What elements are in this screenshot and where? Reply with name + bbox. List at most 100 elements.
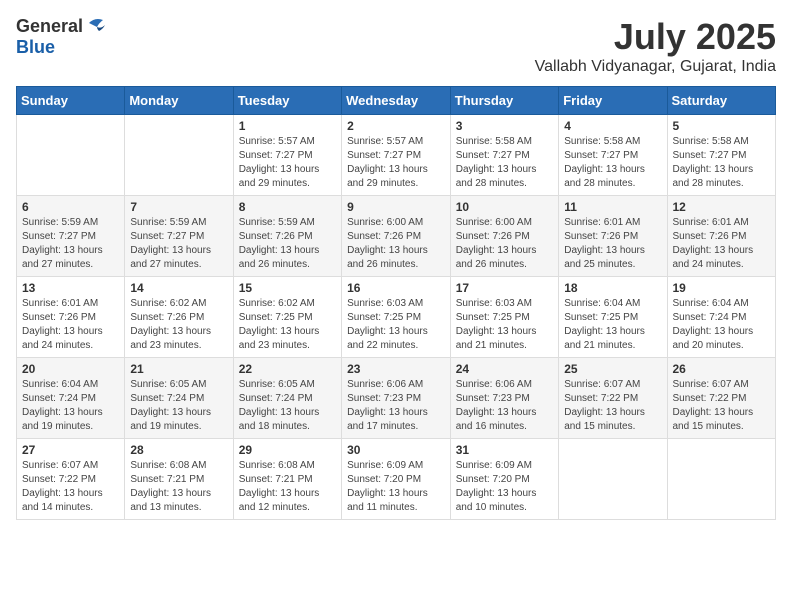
- calendar-cell: 27Sunrise: 6:07 AM Sunset: 7:22 PM Dayli…: [17, 439, 125, 520]
- logo-general-text: General: [16, 16, 83, 37]
- calendar-cell: 4Sunrise: 5:58 AM Sunset: 7:27 PM Daylig…: [559, 115, 667, 196]
- calendar-cell: 3 Sunrise: 5:58 AM Sunset: 7:27 PM Daylig…: [450, 115, 558, 196]
- calendar-cell: 22Sunrise: 6:05 AM Sunset: 7:24 PM Dayli…: [233, 358, 341, 439]
- calendar-cell: 18 Sunrise: 6:04 AM Sunset: 7:25 PM Dayli…: [559, 277, 667, 358]
- cell-content: Sunrise: 6:08 AM Sunset: 7:21 PM Dayligh…: [239, 459, 336, 515]
- weekday-header-wednesday: Wednesday: [342, 87, 451, 115]
- calendar-cell: [559, 439, 667, 520]
- day-number: 31: [456, 443, 553, 457]
- location-text: Vallabh Vidyanagar, Gujarat, India: [535, 58, 776, 76]
- calendar-cell: 17 Sunrise: 6:03 AM Sunset: 7:25 PM Dayli…: [450, 277, 558, 358]
- calendar-cell: 31 Sunrise: 6:09 AM Sunset: 7:20 PM Dayli…: [450, 439, 558, 520]
- weekday-header-row: SundayMondayTuesdayWednesdayThursdayFrid…: [17, 87, 776, 115]
- day-number: 14: [130, 281, 227, 295]
- calendar-cell: 19 Sunrise: 6:04 AM Sunset: 7:24 PM Dayli…: [667, 277, 776, 358]
- day-number: 5: [673, 119, 771, 133]
- day-number: 1: [239, 119, 336, 133]
- cell-content: Sunrise: 5:59 AM Sunset: 7:27 PM Dayligh…: [22, 216, 119, 272]
- day-number: 8: [239, 200, 336, 214]
- day-number: 12: [673, 200, 771, 214]
- cell-content: Sunrise: 6:04 AM Sunset: 7:25 PM Dayligh…: [564, 297, 661, 353]
- day-number: 16: [347, 281, 445, 295]
- day-number: 24: [456, 362, 553, 376]
- calendar-cell: 21Sunrise: 6:05 AM Sunset: 7:24 PM Dayli…: [125, 358, 233, 439]
- cell-content: Sunrise: 6:05 AM Sunset: 7:24 PM Dayligh…: [239, 378, 336, 434]
- calendar-cell: 20Sunrise: 6:04 AM Sunset: 7:24 PM Dayli…: [17, 358, 125, 439]
- calendar-cell: 14Sunrise: 6:02 AM Sunset: 7:26 PM Dayli…: [125, 277, 233, 358]
- calendar-cell: 8Sunrise: 5:59 AM Sunset: 7:26 PM Daylig…: [233, 196, 341, 277]
- calendar-cell: 12 Sunrise: 6:01 AM Sunset: 7:26 PM Dayli…: [667, 196, 776, 277]
- calendar-cell: 7 Sunrise: 5:59 AM Sunset: 7:27 PM Daylig…: [125, 196, 233, 277]
- day-number: 23: [347, 362, 445, 376]
- calendar-table: SundayMondayTuesdayWednesdayThursdayFrid…: [16, 86, 776, 520]
- calendar-week-2: 6 Sunrise: 5:59 AM Sunset: 7:27 PM Daylig…: [17, 196, 776, 277]
- day-number: 28: [130, 443, 227, 457]
- cell-content: Sunrise: 6:03 AM Sunset: 7:25 PM Dayligh…: [347, 297, 445, 353]
- calendar-cell: 24 Sunrise: 6:06 AM Sunset: 7:23 PM Dayli…: [450, 358, 558, 439]
- day-number: 29: [239, 443, 336, 457]
- calendar-cell: 29 Sunrise: 6:08 AM Sunset: 7:21 PM Dayli…: [233, 439, 341, 520]
- weekday-header-monday: Monday: [125, 87, 233, 115]
- logo-blue-text: Blue: [16, 37, 55, 58]
- cell-content: Sunrise: 6:03 AM Sunset: 7:25 PM Dayligh…: [456, 297, 553, 353]
- day-number: 2: [347, 119, 445, 133]
- cell-content: Sunrise: 6:09 AM Sunset: 7:20 PM Dayligh…: [456, 459, 553, 515]
- calendar-cell: 23 Sunrise: 6:06 AM Sunset: 7:23 PM Dayli…: [342, 358, 451, 439]
- cell-content: Sunrise: 5:57 AM Sunset: 7:27 PM Dayligh…: [347, 135, 445, 191]
- day-number: 7: [130, 200, 227, 214]
- day-number: 11: [564, 200, 661, 214]
- header: General Blue July 2025 Vallabh Vidyanaga…: [16, 16, 776, 76]
- weekday-header-sunday: Sunday: [17, 87, 125, 115]
- calendar-cell: 2 Sunrise: 5:57 AM Sunset: 7:27 PM Daylig…: [342, 115, 451, 196]
- day-number: 27: [22, 443, 119, 457]
- calendar-cell: 6 Sunrise: 5:59 AM Sunset: 7:27 PM Daylig…: [17, 196, 125, 277]
- logo: General Blue: [16, 16, 107, 58]
- day-number: 6: [22, 200, 119, 214]
- day-number: 13: [22, 281, 119, 295]
- cell-content: Sunrise: 5:58 AM Sunset: 7:27 PM Dayligh…: [564, 135, 661, 191]
- cell-content: Sunrise: 6:04 AM Sunset: 7:24 PM Dayligh…: [22, 378, 119, 434]
- day-number: 17: [456, 281, 553, 295]
- calendar-cell: 28Sunrise: 6:08 AM Sunset: 7:21 PM Dayli…: [125, 439, 233, 520]
- cell-content: Sunrise: 6:01 AM Sunset: 7:26 PM Dayligh…: [673, 216, 771, 272]
- cell-content: Sunrise: 6:01 AM Sunset: 7:26 PM Dayligh…: [564, 216, 661, 272]
- calendar-cell: 9Sunrise: 6:00 AM Sunset: 7:26 PM Daylig…: [342, 196, 451, 277]
- cell-content: Sunrise: 6:06 AM Sunset: 7:23 PM Dayligh…: [347, 378, 445, 434]
- day-number: 10: [456, 200, 553, 214]
- month-year-title: July 2025: [535, 16, 776, 58]
- cell-content: Sunrise: 6:06 AM Sunset: 7:23 PM Dayligh…: [456, 378, 553, 434]
- day-number: 25: [564, 362, 661, 376]
- calendar-cell: 5Sunrise: 5:58 AM Sunset: 7:27 PM Daylig…: [667, 115, 776, 196]
- cell-content: Sunrise: 5:57 AM Sunset: 7:27 PM Dayligh…: [239, 135, 336, 191]
- cell-content: Sunrise: 6:09 AM Sunset: 7:20 PM Dayligh…: [347, 459, 445, 515]
- calendar-cell: 10 Sunrise: 6:00 AM Sunset: 7:26 PM Dayli…: [450, 196, 558, 277]
- cell-content: Sunrise: 6:02 AM Sunset: 7:25 PM Dayligh…: [239, 297, 336, 353]
- day-number: 18: [564, 281, 661, 295]
- day-number: 15: [239, 281, 336, 295]
- calendar-cell: 13 Sunrise: 6:01 AM Sunset: 7:26 PM Dayli…: [17, 277, 125, 358]
- cell-content: Sunrise: 6:00 AM Sunset: 7:26 PM Dayligh…: [347, 216, 445, 272]
- day-number: 21: [130, 362, 227, 376]
- title-area: July 2025 Vallabh Vidyanagar, Gujarat, I…: [535, 16, 776, 76]
- cell-content: Sunrise: 5:59 AM Sunset: 7:27 PM Dayligh…: [130, 216, 227, 272]
- cell-content: Sunrise: 6:00 AM Sunset: 7:26 PM Dayligh…: [456, 216, 553, 272]
- cell-content: Sunrise: 6:04 AM Sunset: 7:24 PM Dayligh…: [673, 297, 771, 353]
- weekday-header-tuesday: Tuesday: [233, 87, 341, 115]
- day-number: 26: [673, 362, 771, 376]
- calendar-week-1: 1 Sunrise: 5:57 AM Sunset: 7:27 PM Daylig…: [17, 115, 776, 196]
- calendar-cell: 11 Sunrise: 6:01 AM Sunset: 7:26 PM Dayli…: [559, 196, 667, 277]
- cell-content: Sunrise: 6:07 AM Sunset: 7:22 PM Dayligh…: [564, 378, 661, 434]
- calendar-cell: 25 Sunrise: 6:07 AM Sunset: 7:22 PM Dayli…: [559, 358, 667, 439]
- day-number: 3: [456, 119, 553, 133]
- calendar-week-3: 13 Sunrise: 6:01 AM Sunset: 7:26 PM Dayli…: [17, 277, 776, 358]
- logo-bird-icon: [85, 15, 107, 35]
- calendar-cell: 1 Sunrise: 5:57 AM Sunset: 7:27 PM Daylig…: [233, 115, 341, 196]
- calendar-cell: 30Sunrise: 6:09 AM Sunset: 7:20 PM Dayli…: [342, 439, 451, 520]
- day-number: 19: [673, 281, 771, 295]
- calendar-cell: 26Sunrise: 6:07 AM Sunset: 7:22 PM Dayli…: [667, 358, 776, 439]
- cell-content: Sunrise: 5:58 AM Sunset: 7:27 PM Dayligh…: [456, 135, 553, 191]
- cell-content: Sunrise: 6:01 AM Sunset: 7:26 PM Dayligh…: [22, 297, 119, 353]
- calendar-week-5: 27Sunrise: 6:07 AM Sunset: 7:22 PM Dayli…: [17, 439, 776, 520]
- weekday-header-saturday: Saturday: [667, 87, 776, 115]
- calendar-cell: [17, 115, 125, 196]
